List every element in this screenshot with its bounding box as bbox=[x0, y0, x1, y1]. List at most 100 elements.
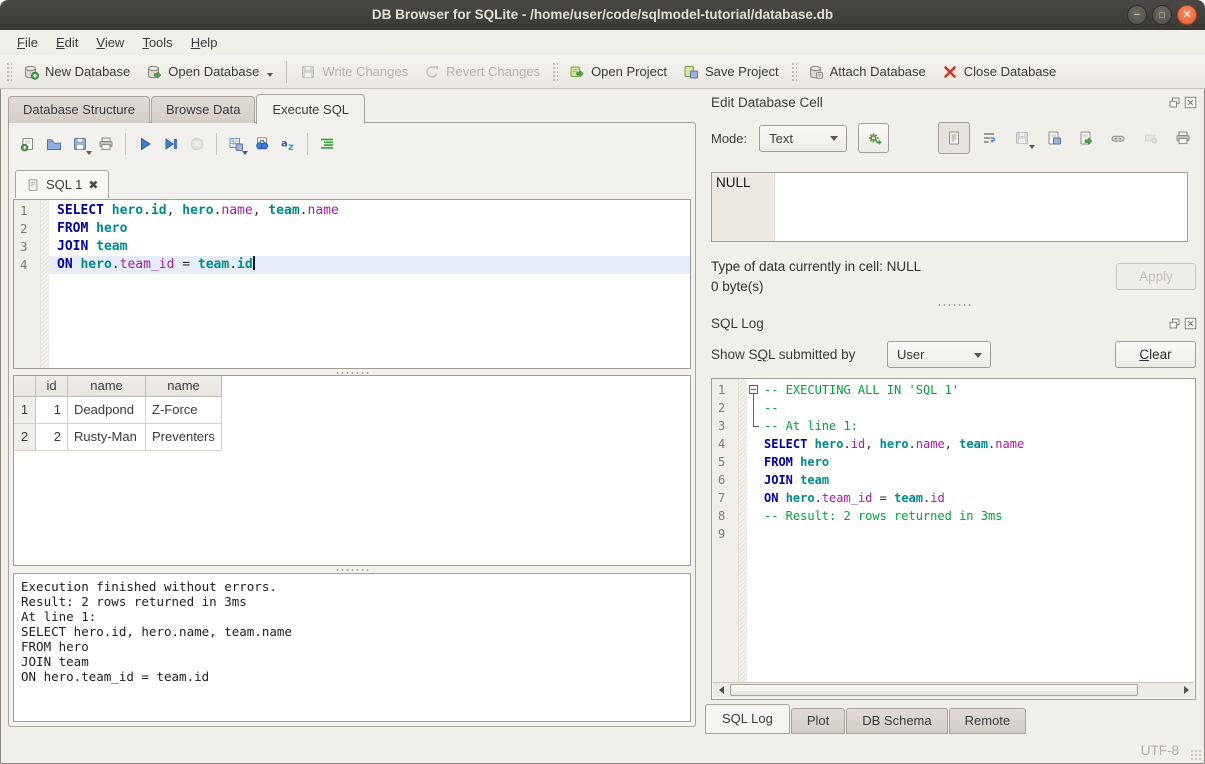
grid-corner[interactable] bbox=[14, 376, 36, 397]
text-mode-button[interactable] bbox=[938, 122, 970, 154]
line-number: 2 bbox=[14, 220, 41, 238]
cell[interactable]: Deadpond bbox=[68, 397, 146, 424]
stop-execution-button[interactable] bbox=[184, 131, 210, 157]
database-new-icon bbox=[23, 64, 39, 80]
menu-help[interactable]: Help bbox=[182, 32, 227, 53]
maximize-button[interactable]: □ bbox=[1152, 5, 1172, 25]
scrollbar-thumb[interactable] bbox=[730, 684, 1138, 696]
fold-margin bbox=[747, 507, 761, 525]
autocomplete-button[interactable]: az bbox=[275, 131, 301, 157]
execute-all-button[interactable] bbox=[132, 131, 158, 157]
dock-tab-sql-log[interactable]: SQL Log bbox=[705, 704, 790, 734]
results-grid[interactable]: idnamename11DeadpondZ-Force22Rusty-ManPr… bbox=[13, 375, 691, 566]
import-data-icon bbox=[1046, 130, 1062, 146]
close-window-button[interactable]: ✕ bbox=[1177, 5, 1197, 25]
menu-file[interactable]: File bbox=[8, 32, 47, 53]
log-line: 8-- Result: 2 rows returned in 3ms bbox=[712, 507, 1195, 525]
column-header-name[interactable]: name bbox=[146, 376, 222, 397]
toolbar-label: Revert Changes bbox=[446, 64, 540, 79]
fold-marker-icon[interactable] bbox=[747, 381, 761, 399]
toolbar-handle[interactable] bbox=[551, 61, 558, 83]
open-project-button[interactable]: Open Project bbox=[561, 59, 675, 85]
cell[interactable]: 2 bbox=[36, 424, 68, 451]
find-replace-button[interactable] bbox=[249, 131, 275, 157]
scroll-right-button[interactable] bbox=[1178, 683, 1194, 697]
new-sql-tab-button[interactable] bbox=[15, 131, 41, 157]
print-cell-button[interactable] bbox=[1170, 125, 1196, 151]
revert-changes-button[interactable]: Revert Changes bbox=[416, 59, 548, 85]
clear-log-button[interactable]: Clear bbox=[1115, 341, 1196, 368]
line-number: 3 bbox=[712, 417, 739, 435]
save-cell-button[interactable] bbox=[1009, 125, 1035, 151]
database-open-button[interactable]: Open Database bbox=[138, 59, 281, 85]
dock-tab-db-schema[interactable]: DB Schema bbox=[846, 708, 947, 734]
tab-database-structure[interactable]: Database Structure bbox=[8, 96, 150, 123]
toolbar-label: Save Project bbox=[705, 64, 779, 79]
app-window: DB Browser for SQLite - /home/user/code/… bbox=[0, 0, 1205, 764]
cell-editor[interactable]: NULL bbox=[711, 172, 1188, 242]
statusbar: UTF-8 bbox=[0, 738, 1205, 764]
float-panel-button[interactable] bbox=[1168, 96, 1181, 109]
column-header-id[interactable]: id bbox=[36, 376, 68, 397]
toolbar-label: Open Database bbox=[168, 64, 259, 79]
apply-button[interactable]: Apply bbox=[1116, 263, 1196, 290]
mode-combobox[interactable]: Text bbox=[759, 125, 847, 152]
dock-tab-plot[interactable]: Plot bbox=[791, 708, 845, 734]
tab-execute-sql[interactable]: Execute SQL bbox=[256, 94, 365, 124]
set-null-button[interactable] bbox=[1138, 125, 1164, 151]
log-filter-combobox[interactable]: User bbox=[887, 341, 991, 368]
word-wrap-button[interactable] bbox=[976, 125, 1002, 151]
write-changes-button[interactable]: Write Changes bbox=[292, 59, 416, 85]
toolbar-handle[interactable] bbox=[790, 61, 797, 83]
import-data-button[interactable] bbox=[1041, 125, 1067, 151]
minimize-button[interactable]: − bbox=[1127, 5, 1147, 25]
cell[interactable]: Z-Force bbox=[146, 397, 222, 424]
column-header-name[interactable]: name bbox=[68, 376, 146, 397]
toolbar-handle[interactable] bbox=[5, 61, 12, 83]
toolbar-separator bbox=[307, 133, 308, 155]
line-number: 6 bbox=[712, 471, 739, 489]
row-header[interactable]: 1 bbox=[14, 397, 36, 424]
titlebar[interactable]: DB Browser for SQLite - /home/user/code/… bbox=[0, 0, 1205, 31]
print-icon bbox=[98, 136, 114, 152]
tab-browse-data[interactable]: Browse Data bbox=[151, 96, 255, 123]
menu-tools[interactable]: Tools bbox=[133, 32, 181, 53]
open-in-external-button[interactable] bbox=[1105, 125, 1131, 151]
splitter-handle-dots bbox=[937, 303, 971, 307]
auto-apply-button[interactable] bbox=[858, 123, 889, 153]
horizontal-scrollbar[interactable] bbox=[713, 682, 1194, 698]
print-button[interactable] bbox=[93, 131, 119, 157]
main-toolbar: New Database Open Database Write Changes Re… bbox=[0, 55, 1205, 89]
scroll-left-button[interactable] bbox=[713, 683, 729, 697]
close-panel-button[interactable] bbox=[1184, 317, 1197, 330]
save-sql-file-button[interactable] bbox=[67, 131, 93, 157]
execute-line-button[interactable] bbox=[158, 131, 184, 157]
dock-tab-remote[interactable]: Remote bbox=[949, 708, 1027, 734]
execution-message[interactable]: Execution finished without errors. Resul… bbox=[13, 573, 691, 722]
fold-margin bbox=[747, 471, 761, 489]
sql-file-tab[interactable]: SQL 1✖ bbox=[15, 170, 109, 198]
format-sql-button[interactable] bbox=[314, 131, 340, 157]
close-database-button[interactable]: Close Database bbox=[934, 59, 1065, 85]
save-project-button[interactable]: Save Project bbox=[675, 59, 787, 85]
cell[interactable]: Preventers bbox=[146, 424, 222, 451]
save-results-button[interactable] bbox=[223, 131, 249, 157]
splitter-results-message[interactable] bbox=[13, 567, 691, 572]
close-panel-button[interactable] bbox=[1184, 96, 1197, 109]
float-panel-button[interactable] bbox=[1168, 317, 1181, 330]
splitter-cell-log[interactable] bbox=[703, 301, 1205, 309]
close-tab-icon[interactable]: ✖ bbox=[88, 179, 98, 191]
export-data-button[interactable] bbox=[1073, 125, 1099, 151]
row-header[interactable]: 2 bbox=[14, 424, 36, 451]
attach-database-button[interactable]: Attach Database bbox=[800, 59, 934, 85]
cell[interactable]: 1 bbox=[36, 397, 68, 424]
sql-editor[interactable]: 1SELECT hero.id, hero.name, team.name2FR… bbox=[13, 199, 691, 369]
open-sql-file-button[interactable] bbox=[41, 131, 67, 157]
menu-edit[interactable]: Edit bbox=[47, 32, 87, 53]
sql-log-view[interactable]: 1-- EXECUTING ALL IN 'SQL 1'2--3-- At li… bbox=[711, 378, 1196, 700]
toolbar-label: Close Database bbox=[964, 64, 1057, 79]
cell[interactable]: Rusty-Man bbox=[68, 424, 146, 451]
resize-grip[interactable] bbox=[1190, 749, 1202, 761]
menu-view[interactable]: View bbox=[87, 32, 133, 53]
database-new-button[interactable]: New Database bbox=[15, 59, 138, 85]
